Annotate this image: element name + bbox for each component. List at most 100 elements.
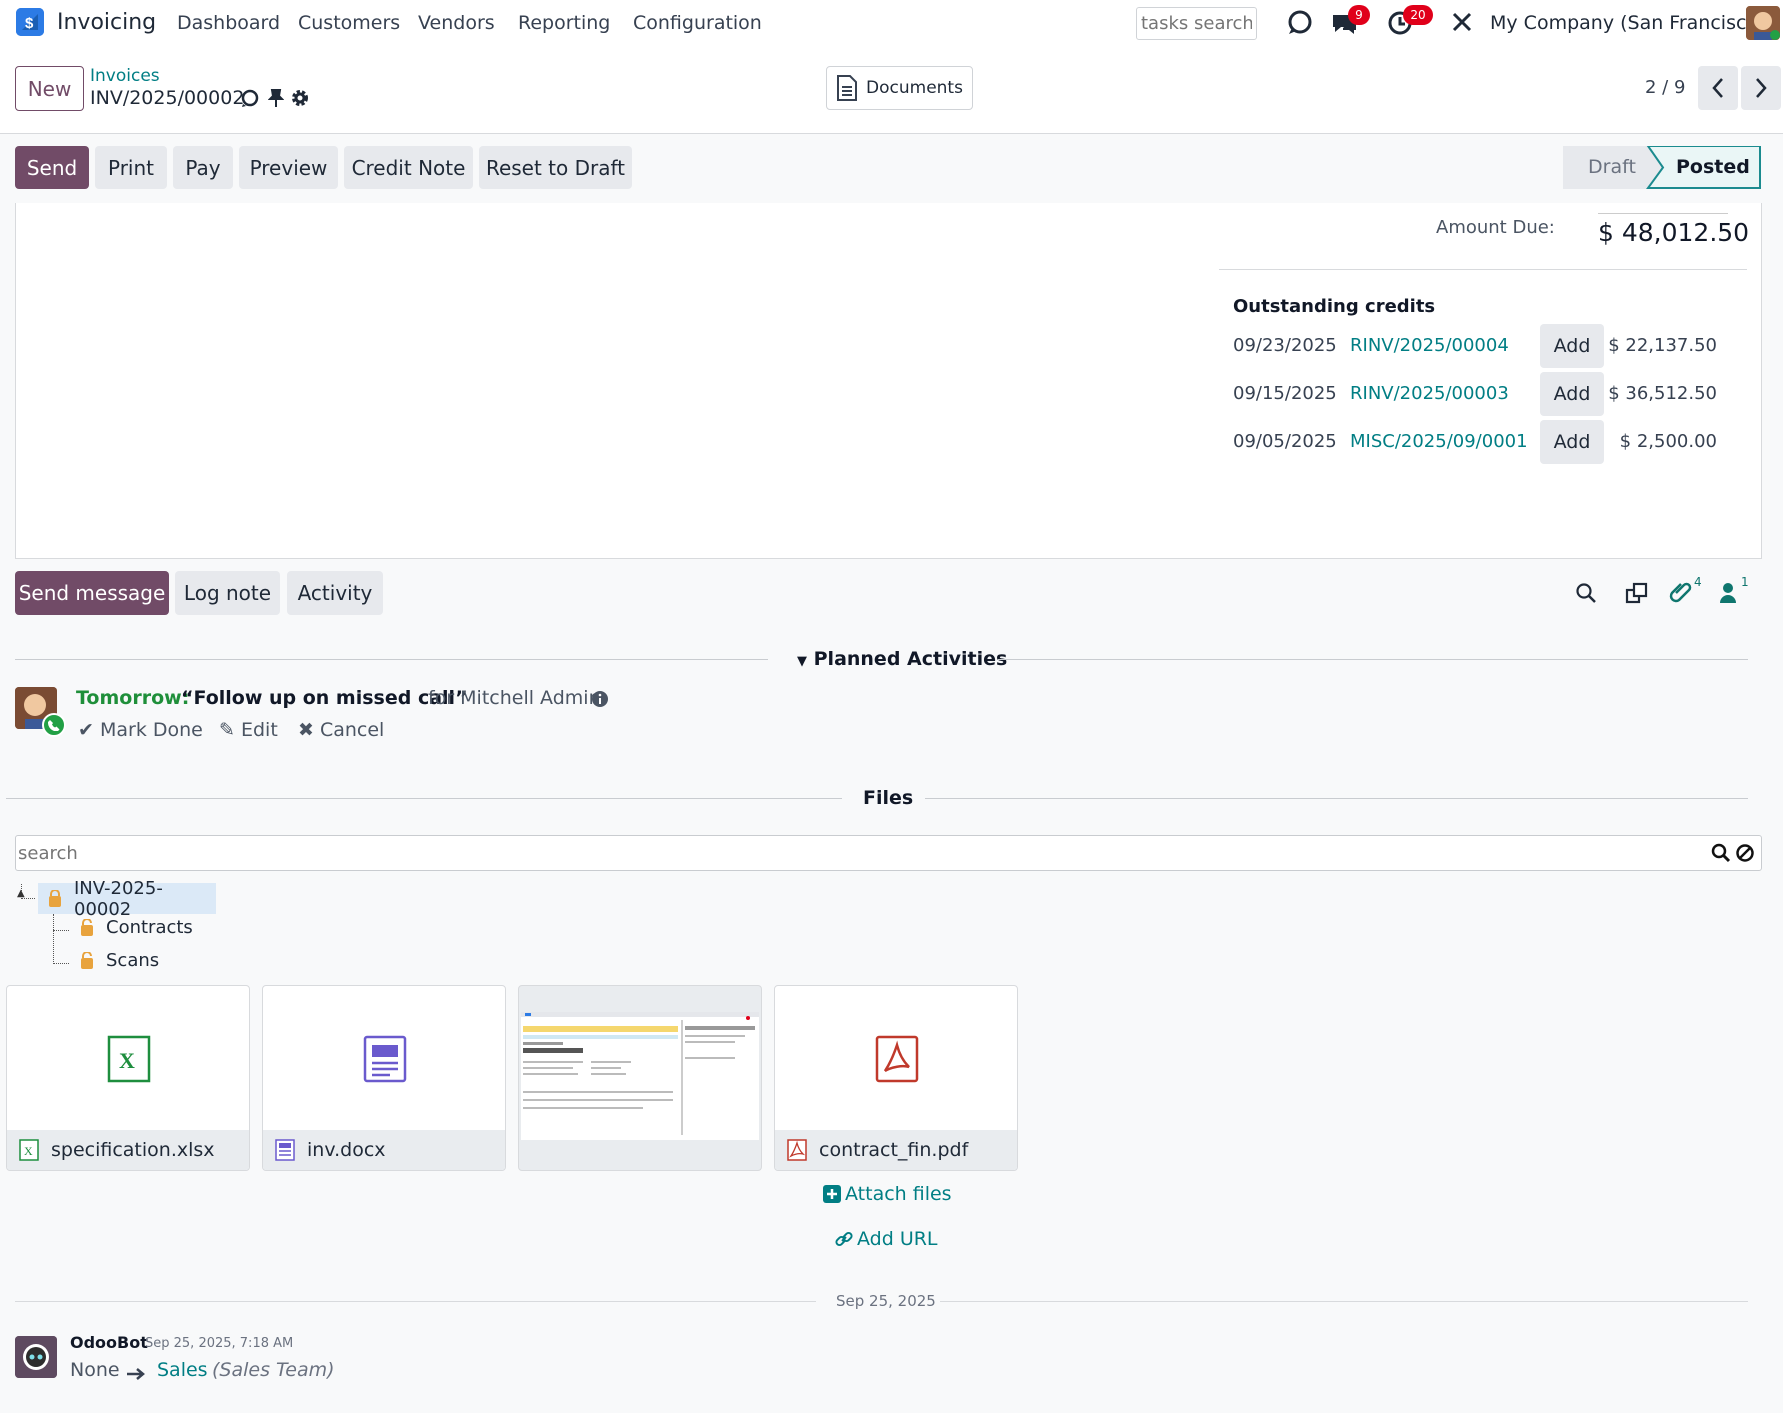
credit-ref-link[interactable]: MISC/2025/09/0001 (1350, 431, 1528, 452)
svg-text:X: X (119, 1048, 135, 1073)
file-name: contract_fin.pdf (819, 1139, 969, 1161)
gear-icon[interactable] (290, 88, 310, 113)
nav-configuration[interactable]: Configuration (633, 12, 762, 34)
pin-icon[interactable] (267, 88, 285, 113)
cancel-label: Cancel (319, 719, 385, 741)
date-separator: Sep 25, 2025 (836, 1292, 936, 1310)
credit-amount: $ 36,512.50 (1608, 383, 1717, 404)
credit-row: 09/15/2025 RINV/2025/00003 Add $ 36,512.… (1233, 372, 1733, 416)
file-card[interactable]: contract_fin.pdf (774, 985, 1018, 1171)
add-url-label: Add URL (857, 1228, 938, 1250)
credit-date: 09/15/2025 (1233, 383, 1337, 404)
edit-activity-button[interactable]: ✎ Edit (219, 719, 278, 741)
amount-due-value: $ 48,012.50 (1598, 218, 1750, 247)
file-name: inv.docx (307, 1139, 386, 1161)
credit-date: 09/05/2025 (1233, 431, 1337, 452)
app-logo-icon[interactable]: $ (16, 8, 44, 36)
preview-button[interactable]: Preview (239, 146, 338, 189)
outstanding-credits-title: Outstanding credits (1233, 296, 1436, 317)
print-button[interactable]: Print (95, 146, 167, 189)
clear-search-icon[interactable] (1735, 843, 1755, 868)
activities-count-badge: 20 (1403, 5, 1433, 25)
pager-next-button[interactable] (1741, 66, 1781, 110)
search-icon[interactable] (1711, 843, 1731, 868)
planned-activities-title: Planned Activities (813, 648, 1008, 670)
app-name[interactable]: Invoicing (57, 10, 156, 35)
attachments-count: 4 (1694, 575, 1702, 589)
mark-done-button[interactable]: ✔ Mark Done (78, 719, 203, 741)
document-icon (275, 1139, 295, 1161)
excel-icon: X (107, 1035, 151, 1088)
pdf-icon (875, 1035, 919, 1088)
credit-note-button[interactable]: Credit Note (344, 146, 473, 189)
cancel-activity-button[interactable]: ✖ Cancel (298, 719, 384, 741)
expand-chatter-icon[interactable] (1625, 582, 1649, 609)
attach-files-button[interactable]: Attach files (823, 1183, 952, 1205)
user-avatar[interactable] (1746, 6, 1780, 40)
tree-node-scans[interactable]: Scans (80, 950, 159, 971)
nav-customers[interactable]: Customers (298, 12, 400, 34)
nav-vendors[interactable]: Vendors (418, 12, 495, 34)
folder-icon (80, 918, 94, 937)
files-search-input[interactable] (15, 835, 1762, 871)
planned-activities-toggle[interactable]: ▼ Planned Activities (797, 648, 1007, 670)
activity-button[interactable]: Activity (287, 571, 383, 615)
chevron-right-icon (1756, 78, 1767, 98)
file-card[interactable] (518, 985, 762, 1171)
new-button[interactable]: New (15, 66, 84, 111)
add-credit-button[interactable]: Add (1540, 372, 1604, 416)
pager-previous-button[interactable] (1698, 66, 1738, 110)
nav-reporting[interactable]: Reporting (518, 12, 610, 34)
paperclip-icon[interactable] (1669, 580, 1693, 609)
pdf-icon (787, 1139, 807, 1161)
credit-ref-link[interactable]: RINV/2025/00004 (1350, 335, 1509, 356)
send-message-button[interactable]: Send message (15, 571, 169, 615)
tracking-field-name: (Sales Team) (212, 1359, 335, 1381)
odoobot-avatar (15, 1336, 57, 1378)
add-url-button[interactable]: Add URL (835, 1228, 938, 1250)
tasks-search-input[interactable] (1136, 7, 1257, 40)
tree-node-root[interactable]: INV-2025-00002 (38, 878, 216, 920)
activity-assignee: for Mitchell Admin (428, 687, 601, 709)
sync-icon[interactable] (240, 88, 260, 113)
log-note-button[interactable]: Log note (175, 571, 280, 615)
credit-ref-link[interactable]: RINV/2025/00003 (1350, 383, 1509, 404)
tree-node-contracts[interactable]: Contracts (80, 917, 193, 938)
pager-value[interactable]: 2 / 9 (1645, 77, 1685, 98)
file-card[interactable]: X X specification.xlsx (6, 985, 250, 1171)
search-messages-icon[interactable] (1575, 582, 1597, 609)
status-draft[interactable]: Draft (1588, 156, 1636, 178)
followers-count: 1 (1741, 575, 1749, 589)
document-icon (363, 1035, 407, 1088)
status-posted[interactable]: Posted (1676, 156, 1750, 178)
message-author[interactable]: OdooBot (70, 1333, 148, 1352)
files-title: Files (863, 787, 914, 809)
tracking-new-value[interactable]: Sales (157, 1359, 208, 1381)
credit-amount: $ 22,137.50 (1608, 335, 1717, 356)
plus-square-icon (823, 1185, 841, 1203)
add-credit-button[interactable]: Add (1540, 324, 1604, 368)
discuss-icon[interactable] (1286, 8, 1314, 41)
folder-icon (48, 889, 62, 908)
add-credit-button[interactable]: Add (1540, 420, 1604, 464)
arrow-right-icon (126, 1364, 146, 1386)
file-card[interactable]: inv.docx (262, 985, 506, 1171)
send-button[interactable]: Send (15, 146, 89, 189)
documents-button[interactable]: Documents (826, 66, 973, 110)
pay-button[interactable]: Pay (173, 146, 233, 189)
reset-to-draft-button[interactable]: Reset to Draft (479, 146, 632, 189)
credit-row: 09/05/2025 MISC/2025/09/0001 Add $ 2,500… (1233, 420, 1733, 464)
tree-collapse-icon[interactable]: ▲ (17, 888, 25, 899)
message-timestamp: Sep 25, 2025, 7:18 AM (145, 1336, 294, 1351)
debug-tools-icon[interactable] (1450, 10, 1474, 39)
messages-count-badge: 9 (1348, 5, 1370, 25)
file-name: specification.xlsx (51, 1139, 215, 1161)
followers-icon[interactable] (1719, 582, 1737, 609)
credit-amount: $ 2,500.00 (1619, 431, 1717, 452)
nav-dashboard[interactable]: Dashboard (177, 12, 280, 34)
tree-scans-label: Scans (106, 950, 160, 971)
link-icon (835, 1230, 853, 1248)
info-icon[interactable] (591, 690, 609, 713)
breadcrumb-invoices-link[interactable]: Invoices (90, 66, 160, 86)
company-switcher[interactable]: My Company (San Francisco) (1490, 12, 1765, 34)
